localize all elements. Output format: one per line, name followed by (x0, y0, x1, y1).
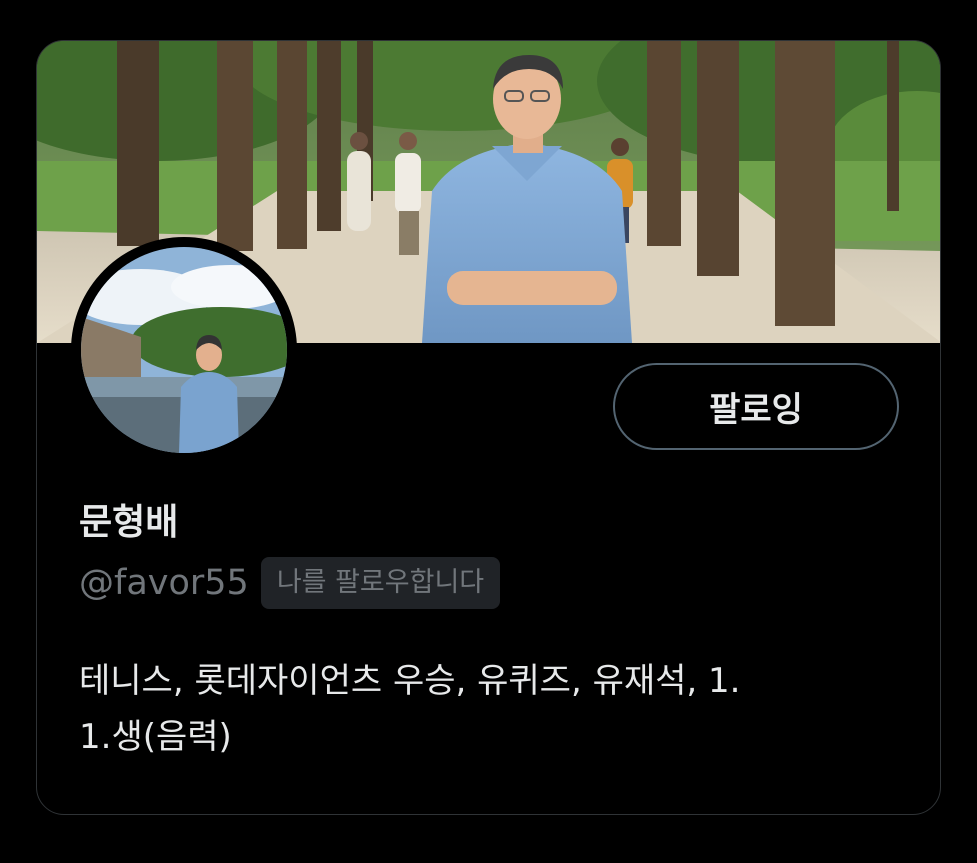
avatar-photo-illustration (81, 247, 287, 453)
user-handle: @favor55 (79, 563, 249, 603)
profile-avatar[interactable] (71, 237, 297, 463)
profile-bio: 테니스, 롯데자이언츠 우승, 유퀴즈, 유재석, 1. 1.생(음력) (79, 661, 741, 757)
handle-row: @favor55 나를 팔로우합니다 (79, 555, 501, 611)
display-name: 문형배 (79, 502, 179, 543)
following-button[interactable]: 팔로잉 (613, 363, 899, 450)
avatar-photo (81, 247, 287, 453)
follows-you-badge: 나를 팔로우합니다 (260, 557, 501, 609)
profile-card: 팔로잉 문형배 @favor55 나를 팔로우합니다 테니스, 롯데자이언츠 우… (36, 40, 941, 815)
